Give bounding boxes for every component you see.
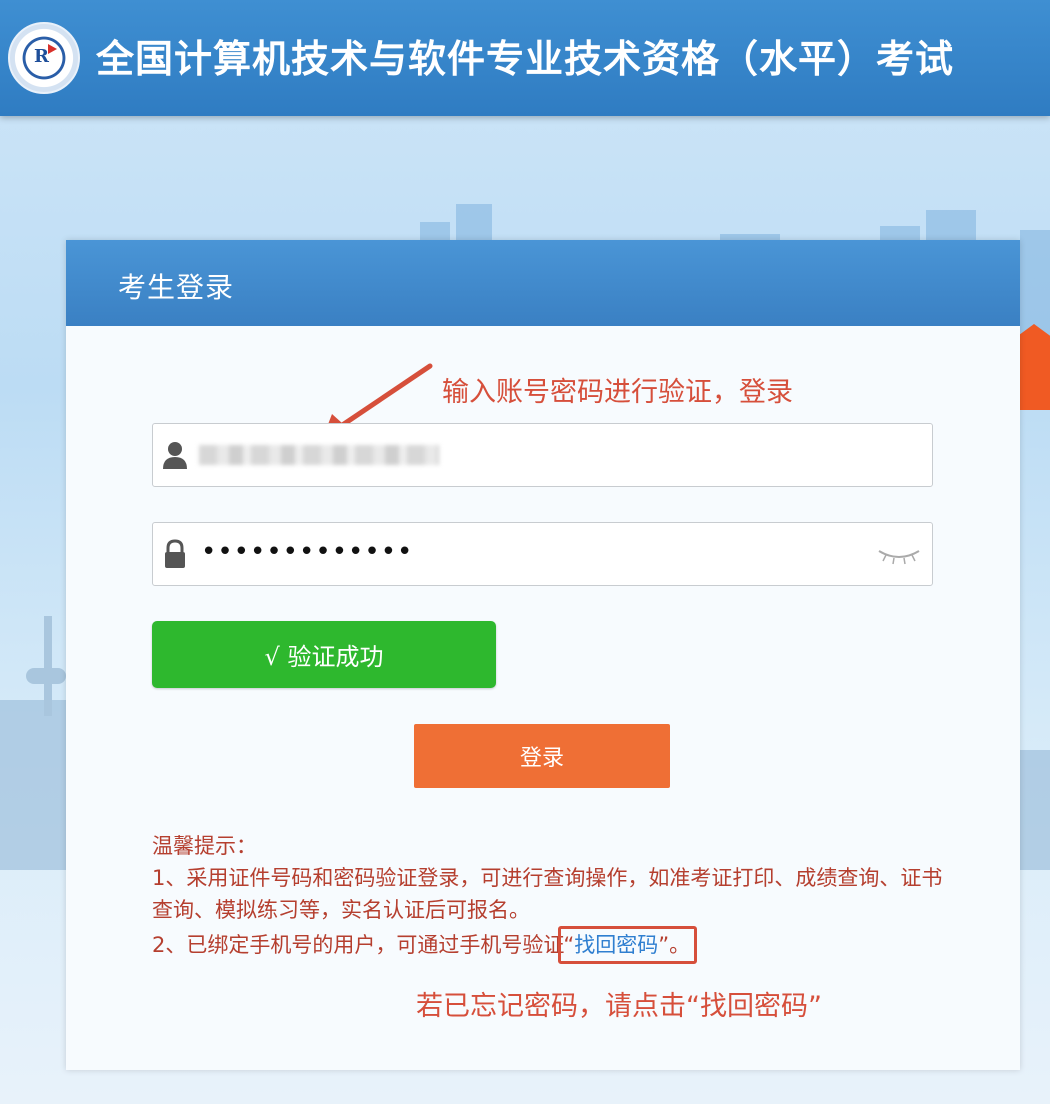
username-field[interactable] [152, 423, 933, 487]
find-password-link[interactable]: 找回密码 [574, 933, 658, 957]
annotation-enter-credentials: 输入账号密码进行验证，登录 [442, 377, 793, 408]
lock-icon [165, 539, 185, 568]
find-password-quote-close: ”。 [658, 933, 691, 957]
tips-section: 温馨提示： 1、采用证件号码和密码验证登录，可进行查询操作，如准考证打印、成绩查… [152, 830, 952, 964]
login-panel: 考生登录 输入账号密码进行验证，登录 ••••••••••••• √ 验证成功 … [66, 240, 1020, 1070]
password-value: ••••••••••••• [201, 537, 414, 567]
logo-emblem-icon: R [8, 22, 80, 94]
tips-line-2: 2、已绑定手机号的用户，可通过手机号验证“找回密码”。 [152, 926, 952, 964]
site-title: 全国计算机技术与软件专业技术资格（水平）考试 [96, 37, 955, 81]
eye-closed-icon[interactable] [876, 543, 922, 565]
tips-heading: 温馨提示： [152, 834, 257, 858]
annotation-forgot-password: 若已忘记密码，请点击“找回密码” [416, 991, 822, 1022]
tips-line-1: 1、采用证件号码和密码验证登录，可进行查询操作，如准考证打印、成绩查询、证书查询… [152, 866, 943, 922]
user-icon [163, 442, 187, 469]
find-password-quote-open: “ [563, 933, 575, 957]
login-panel-header: 考生登录 [66, 240, 1020, 326]
username-value-blurred [199, 445, 439, 465]
password-field[interactable]: ••••••••••••• [152, 522, 933, 586]
tips-line-2-prefix: 2、已绑定手机号的用户，可通过手机号验证 [152, 933, 565, 957]
decor-arrow-icon [1004, 324, 1050, 410]
login-panel-title: 考生登录 [118, 271, 235, 304]
site-header: R 全国计算机技术与软件专业技术资格（水平）考试 [0, 0, 1050, 116]
verify-success-button[interactable]: √ 验证成功 [152, 621, 496, 688]
find-password-highlight: “找回密码”。 [558, 926, 698, 964]
login-button[interactable]: 登录 [414, 724, 670, 788]
